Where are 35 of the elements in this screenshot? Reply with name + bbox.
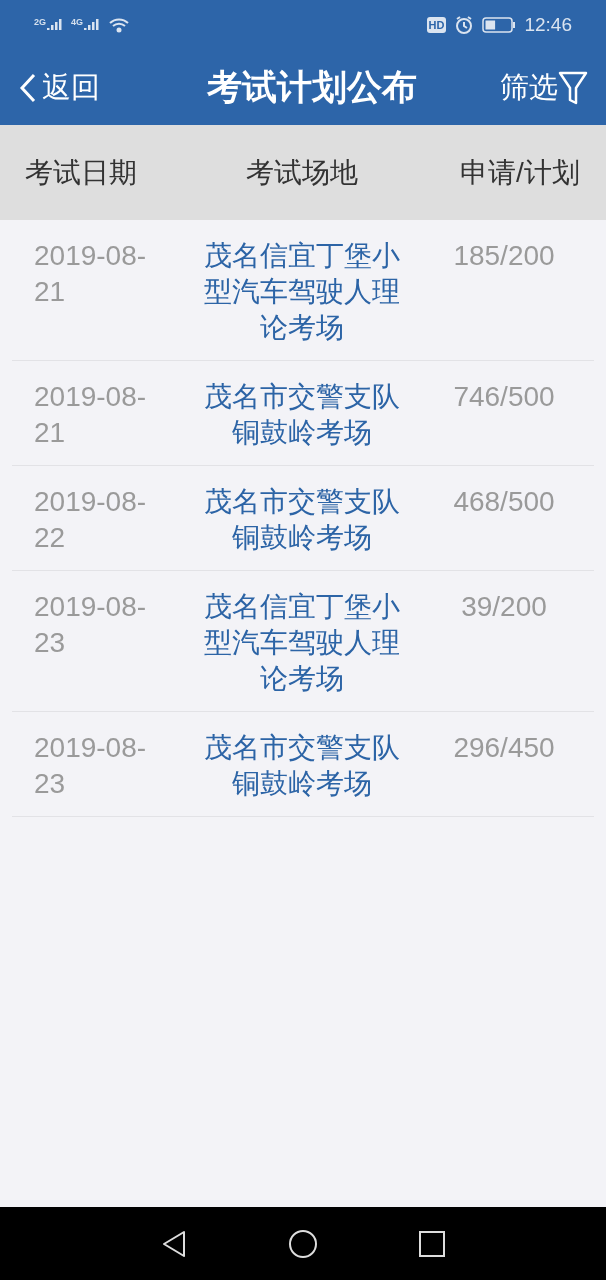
- date-cell-text: 2019-08-21: [34, 239, 148, 309]
- signal-bars-icon: [47, 18, 63, 32]
- hd-badge: HD: [426, 17, 447, 33]
- funnel-icon: [558, 69, 588, 106]
- date-cell-text: 2019-08-23: [34, 590, 148, 660]
- column-header: 考试日期: [24, 155, 138, 190]
- battery-icon: [482, 16, 517, 34]
- count-cell-text: 39/200: [460, 590, 548, 624]
- wifi-icon: [108, 16, 131, 34]
- clock-time: 12:46: [524, 12, 572, 37]
- page-title: 考试计划公布: [207, 66, 417, 109]
- date-cell-text: 2019-08-23: [34, 731, 148, 801]
- alarm-clock-icon: [454, 15, 475, 35]
- chevron-left-icon: [18, 71, 38, 104]
- signal-bars-icon: [84, 18, 101, 32]
- place-link[interactable]: 茂名市交警支队铜鼓岭考场: [192, 730, 412, 802]
- back-triangle-icon[interactable]: [160, 1228, 188, 1259]
- home-circle-icon[interactable]: [288, 1228, 318, 1259]
- date-cell-text: 2019-08-21: [34, 380, 148, 450]
- filter-button[interactable]: 筛选: [500, 65, 588, 110]
- count-cell-text: 746/500: [452, 380, 556, 414]
- signal-indicator: 2G: [34, 18, 63, 32]
- date-cell-text: 2019-08-22: [34, 485, 148, 555]
- column-header: 申请/计划: [459, 155, 581, 190]
- count-cell-text: 296/450: [452, 731, 556, 765]
- count-cell-text: 468/500: [452, 485, 556, 519]
- column-header: 考试场地: [245, 155, 359, 190]
- place-link[interactable]: 茂名市交警支队铜鼓岭考场: [192, 379, 412, 451]
- recents-square-icon[interactable]: [418, 1229, 446, 1258]
- signal-indicator: 4G: [71, 18, 101, 32]
- place-link[interactable]: 茂名信宜丁堡小型汽车驾驶人理论考场: [192, 589, 412, 697]
- place-link[interactable]: 茂名市交警支队铜鼓岭考场: [192, 484, 412, 556]
- count-cell-text: 185/200: [452, 239, 556, 273]
- place-link[interactable]: 茂名信宜丁堡小型汽车驾驶人理论考场: [192, 238, 412, 346]
- back-button[interactable]: 返回: [18, 65, 100, 110]
